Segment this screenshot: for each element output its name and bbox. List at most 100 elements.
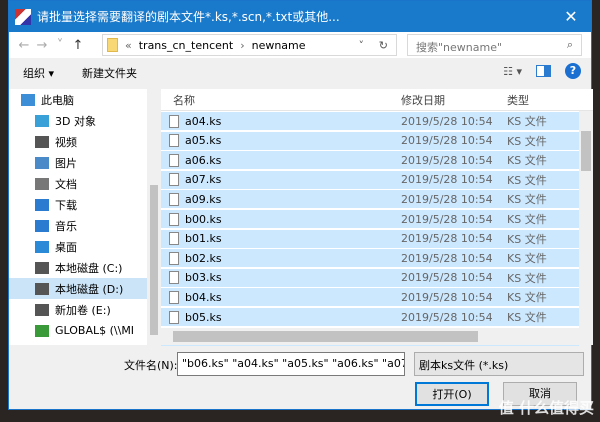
recent-locations-button[interactable]: ˅: [51, 38, 69, 53]
file-icon: [169, 114, 179, 128]
download-icon: [35, 198, 49, 211]
sidebar-item[interactable]: 本地磁盘 (D:): [9, 278, 147, 299]
horizontal-scrollbar[interactable]: [161, 328, 593, 345]
sidebar-item-label: 本地磁盘 (C:): [55, 261, 123, 275]
file-icon: [169, 212, 179, 226]
file-row[interactable]: a05.ks 2019/5/28 10:54 KS 文件: [161, 130, 579, 150]
app-icon: [15, 8, 31, 25]
file-name: b03.ks: [185, 271, 222, 285]
file-icon: [169, 153, 179, 167]
file-name: a07.ks: [185, 173, 222, 187]
breadcrumb-overflow[interactable]: «: [125, 39, 132, 52]
file-type: KS 文件: [507, 232, 547, 246]
file-row[interactable]: a04.ks 2019/5/28 10:54 KS 文件: [161, 111, 579, 130]
up-button[interactable]: ↑: [69, 38, 87, 53]
file-row[interactable]: b04.ks 2019/5/28 10:54 KS 文件: [161, 287, 579, 307]
sidebar-scrollbar[interactable]: [147, 89, 161, 345]
sidebar-item[interactable]: 新加卷 (E:): [9, 299, 147, 320]
file-date: 2019/5/28 10:54: [401, 310, 493, 324]
sidebar-item-label: 视频: [55, 135, 77, 149]
file-type: KS 文件: [507, 193, 547, 207]
file-row[interactable]: b00.ks 2019/5/28 10:54 KS 文件: [161, 209, 579, 228]
video-icon: [35, 135, 49, 148]
filetype-select[interactable]: 剧本ks文件 (*.ks): [414, 352, 584, 376]
file-name: b01.ks: [185, 232, 222, 246]
sidebar-item[interactable]: 本地磁盘 (C:): [9, 257, 147, 278]
close-button[interactable]: ✕: [551, 7, 591, 26]
music-icon: [35, 219, 49, 232]
sidebar-item[interactable]: 下载: [9, 194, 147, 215]
column-name[interactable]: 名称: [173, 92, 195, 108]
preview-pane-icon[interactable]: [536, 65, 551, 77]
forward-button[interactable]: →: [33, 38, 51, 53]
breadcrumb-newname[interactable]: newname: [252, 39, 306, 52]
breadcrumb-trans-cn-tencent[interactable]: trans_cn_tencent: [139, 39, 233, 52]
file-date: 2019/5/28 10:54: [401, 153, 493, 167]
file-row[interactable]: b03.ks 2019/5/28 10:54 KS 文件: [161, 267, 579, 287]
file-name: a05.ks: [185, 134, 222, 148]
file-row[interactable]: b02.ks 2019/5/28 10:54 KS 文件: [161, 248, 579, 268]
navigation-bar: ← → ˅ ↑ « trans_cn_tencent › newname ˅ ↻…: [9, 32, 591, 58]
file-row[interactable]: b01.ks 2019/5/28 10:54 KS 文件: [161, 228, 579, 248]
file-type: KS 文件: [507, 271, 547, 285]
file-icon: [169, 192, 179, 206]
file-type: KS 文件: [507, 134, 547, 148]
search-icon[interactable]: ⌕: [567, 38, 573, 52]
file-date: 2019/5/28 10:54: [401, 134, 493, 148]
file-name: b00.ks: [185, 212, 222, 226]
sidebar-item[interactable]: 此电脑: [9, 89, 147, 110]
sidebar-item[interactable]: 文档: [9, 173, 147, 194]
file-name: a09.ks: [185, 192, 222, 206]
file-type: KS 文件: [507, 291, 547, 305]
file-type: KS 文件: [507, 173, 547, 187]
search-placeholder: 搜索"newname": [416, 41, 503, 54]
search-input[interactable]: 搜索"newname" ⌕: [407, 34, 582, 56]
file-type: KS 文件: [507, 213, 547, 226]
file-name: b05.ks: [185, 310, 222, 324]
sidebar-item[interactable]: 图片: [9, 152, 147, 173]
view-options-button[interactable]: ☷ ▾: [503, 65, 522, 78]
file-date: 2019/5/28 10:54: [401, 271, 493, 285]
file-icon: [169, 290, 179, 304]
sidebar-item-label: GLOBAL$ (\\MI: [55, 324, 135, 337]
address-bar[interactable]: « trans_cn_tencent › newname ˅ ↻: [102, 34, 397, 56]
sidebar-item[interactable]: 音乐: [9, 215, 147, 236]
file-date: 2019/5/28 10:54: [401, 290, 493, 304]
column-headers: 名称 修改日期 类型: [161, 89, 593, 111]
column-date[interactable]: 修改日期: [401, 92, 445, 108]
drive-icon: [35, 261, 49, 274]
file-name: a06.ks: [185, 153, 222, 167]
filename-input[interactable]: "b06.ks" "a04.ks" "a05.ks" "a06.ks" "a07…: [177, 352, 405, 376]
folder-icon: [107, 38, 118, 52]
file-row[interactable]: a09.ks 2019/5/28 10:54 KS 文件: [161, 189, 579, 209]
refresh-icon[interactable]: ↻: [379, 39, 388, 52]
new-folder-button[interactable]: 新建文件夹: [82, 65, 137, 81]
file-icon: [169, 251, 179, 265]
watermark: 值 什么值得买: [498, 399, 594, 417]
back-button[interactable]: ←: [15, 38, 33, 53]
sidebar-item-label: 3D 对象: [55, 114, 96, 128]
sidebar-item[interactable]: 3D 对象: [9, 110, 147, 131]
sidebar-item[interactable]: GLOBAL$ (\\MI: [9, 320, 147, 341]
pictures-icon: [35, 156, 49, 169]
documents-icon: [35, 177, 49, 190]
file-icon: [169, 310, 179, 324]
file-type: KS 文件: [507, 115, 547, 128]
vertical-scrollbar[interactable]: [579, 111, 593, 328]
sidebar-item[interactable]: 视频: [9, 131, 147, 152]
help-icon[interactable]: ?: [565, 63, 581, 79]
file-date: 2019/5/28 10:54: [401, 251, 493, 265]
file-icon: [169, 134, 179, 148]
sidebar-item[interactable]: 桌面: [9, 236, 147, 257]
open-button[interactable]: 打开(O): [415, 382, 489, 406]
column-type[interactable]: 类型: [507, 92, 529, 108]
address-dropdown-icon[interactable]: ˅: [359, 39, 365, 52]
breadcrumb-separator[interactable]: ›: [240, 39, 244, 52]
file-row[interactable]: a07.ks 2019/5/28 10:54 KS 文件: [161, 169, 579, 189]
filename-label: 文件名(N):: [124, 359, 178, 372]
organize-button[interactable]: 组织 ▾: [23, 65, 54, 81]
file-name: b04.ks: [185, 290, 222, 304]
file-row[interactable]: a06.ks 2019/5/28 10:54 KS 文件: [161, 150, 579, 170]
file-row[interactable]: b05.ks 2019/5/28 10:54 KS 文件: [161, 307, 579, 326]
file-type: KS 文件: [507, 154, 547, 168]
